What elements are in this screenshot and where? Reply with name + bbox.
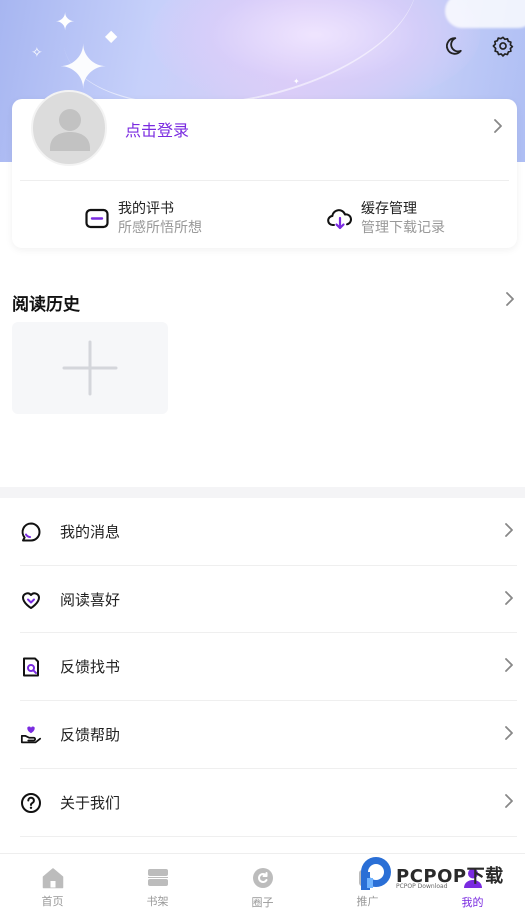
shortcut-title: 我的评书 (118, 201, 174, 217)
nav-bookshelf[interactable]: 书架 (105, 854, 210, 909)
menu-item-about-us[interactable]: 关于我们 (20, 769, 517, 836)
shortcut-subtitle: 所感所悟所想 (118, 220, 202, 236)
menu-divider (20, 836, 517, 837)
question-icon (20, 792, 42, 814)
moon-icon[interactable] (441, 34, 465, 58)
bookshelf-icon (146, 866, 170, 889)
section-gap (0, 487, 525, 498)
menu-item-feedback-help[interactable]: 反馈帮助 (20, 701, 517, 768)
circle-icon (251, 866, 275, 890)
add-history-tile[interactable] (12, 322, 168, 414)
menu-item-messages[interactable]: 我的消息 (20, 498, 517, 565)
book-search-icon (20, 656, 42, 678)
nav-circle[interactable]: 圈子 (210, 854, 315, 909)
login-link[interactable]: 点击登录 (125, 117, 189, 141)
shortcut-cache-management[interactable]: 缓存管理 管理下载记录 (327, 200, 445, 238)
shortcut-title: 缓存管理 (361, 201, 417, 217)
card-divider (20, 180, 509, 181)
nav-label: 我的 (461, 896, 484, 909)
menu-label: 我的消息 (60, 523, 121, 541)
chevron-right-icon[interactable] (505, 291, 515, 311)
profile-page: ✦ ◆ ✧ ✦ ✦ 点击登录 我的评书 所感所悟所想 缓存管理 管理下载记录 阅… (0, 0, 525, 909)
shortcut-subtitle: 管理下载记录 (361, 220, 445, 236)
chevron-right-icon (504, 590, 514, 610)
gear-icon[interactable] (491, 34, 515, 58)
star-icon: ✧ (31, 45, 43, 61)
cloud-download-icon (327, 206, 353, 232)
menu-label: 反馈找书 (60, 658, 121, 676)
nav-label: 书架 (146, 895, 169, 908)
watermark-subtitle: PCPOP Download (396, 883, 448, 890)
star-icon: ✦ (293, 77, 300, 86)
watermark-logo-icon (361, 857, 391, 890)
avatar[interactable] (31, 90, 107, 166)
nav-home[interactable]: 首页 (0, 854, 105, 909)
chevron-right-icon (504, 725, 514, 745)
menu-label: 关于我们 (60, 794, 121, 812)
watermark: PCPOP下载 PCPOP Download (358, 856, 518, 896)
menu-label: 反馈帮助 (60, 726, 121, 744)
hand-heart-icon (20, 724, 42, 746)
shortcut-my-reviews[interactable]: 我的评书 所感所悟所想 (84, 200, 202, 238)
reading-history-title: 阅读历史 (12, 295, 80, 315)
menu-label: 阅读喜好 (60, 591, 121, 609)
chevron-right-icon[interactable] (493, 118, 503, 138)
home-icon (41, 866, 65, 889)
cloud-decoration (445, 0, 525, 28)
plus-icon (62, 340, 118, 396)
chevron-right-icon (504, 522, 514, 542)
message-icon (20, 521, 42, 543)
star-icon: ✦ (55, 8, 76, 36)
user-placeholder-icon (50, 109, 90, 151)
menu-item-reading-preferences[interactable]: 阅读喜好 (20, 566, 517, 633)
nav-label: 首页 (41, 895, 64, 908)
nav-label: 圈子 (251, 896, 274, 909)
star-icon: ✦ (58, 33, 109, 103)
heart-icon (20, 589, 42, 611)
chevron-right-icon (504, 657, 514, 677)
chevron-right-icon (504, 793, 514, 813)
header-actions (441, 34, 515, 58)
user-card: 点击登录 我的评书 所感所悟所想 缓存管理 管理下载记录 (12, 90, 517, 248)
menu-item-feedback-find-book[interactable]: 反馈找书 (20, 633, 517, 700)
comment-book-icon (84, 206, 110, 232)
